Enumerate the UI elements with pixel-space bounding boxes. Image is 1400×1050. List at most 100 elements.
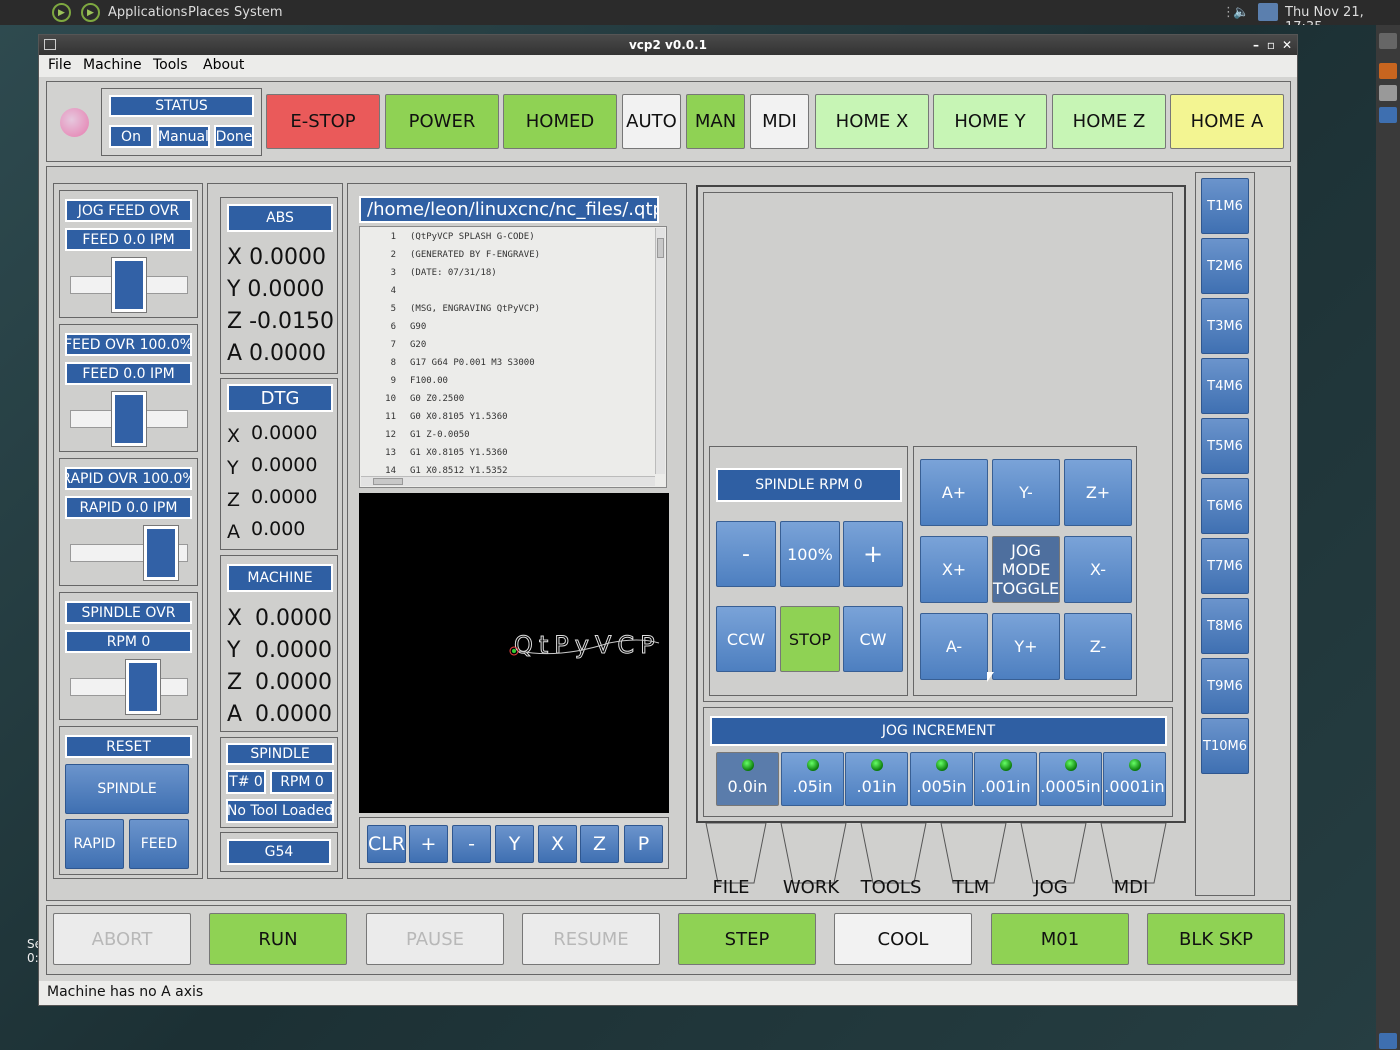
- rapid-override-group: RAPID OVR 100.0% RAPID 0.0 IPM: [59, 458, 198, 586]
- gcode-vscroll-thumb[interactable]: [657, 238, 664, 258]
- dock-window-icon[interactable]: [1379, 107, 1397, 123]
- spindle-ccw-button[interactable]: CCW: [716, 606, 776, 672]
- home-x-button[interactable]: HOME X: [815, 94, 929, 149]
- home-a-button[interactable]: HOME A: [1170, 94, 1284, 149]
- tool-change-t7-button[interactable]: T7M6: [1201, 538, 1249, 594]
- spindle-decrease-button[interactable]: -: [716, 521, 776, 587]
- home-y-button[interactable]: HOME Y: [933, 94, 1047, 149]
- menu-tools[interactable]: Tools: [153, 57, 188, 73]
- tool-change-t9-button[interactable]: T9M6: [1201, 658, 1249, 714]
- minimize-icon[interactable]: –: [1253, 35, 1259, 55]
- jog-a-plus-button[interactable]: A+: [920, 459, 988, 526]
- view-x-button[interactable]: X: [538, 825, 577, 863]
- zoom-in-button[interactable]: +: [409, 825, 448, 863]
- view-p-button[interactable]: P: [624, 825, 663, 863]
- jog-inc-2[interactable]: .01in: [845, 752, 908, 806]
- close-icon[interactable]: ✕: [1282, 35, 1292, 55]
- view-y-button[interactable]: Y: [495, 825, 534, 863]
- tool-change-t6-button[interactable]: T6M6: [1201, 478, 1249, 534]
- window-titlebar[interactable]: vcp2 v0.0.1 – ▫ ✕: [39, 35, 1297, 55]
- homed-button[interactable]: HOMED: [503, 94, 617, 149]
- jog-y-minus-button[interactable]: Y-: [992, 459, 1060, 526]
- coolant-button[interactable]: COOL: [834, 913, 972, 965]
- dock-icon[interactable]: [1379, 33, 1397, 49]
- status-led-icon: [60, 108, 89, 137]
- pause-button[interactable]: PAUSE: [366, 913, 504, 965]
- jog-feed-slider-handle[interactable]: [111, 257, 147, 313]
- launcher-icon-2[interactable]: ▶: [81, 3, 100, 22]
- resume-button[interactable]: RESUME: [522, 913, 660, 965]
- jog-inc-1[interactable]: .05in: [781, 752, 844, 806]
- spindle-override-slider-handle[interactable]: [125, 659, 161, 715]
- gcode-line-number: 14: [385, 466, 396, 476]
- reset-feed-button[interactable]: FEED: [129, 819, 189, 869]
- reset-rapid-button[interactable]: RAPID: [65, 819, 124, 869]
- tool-change-t10-button[interactable]: T10M6: [1201, 718, 1249, 774]
- gcode-editor[interactable]: 1 (QtPyVCP SPLASH G-CODE) 2 (GENERATED BY F…: [359, 226, 667, 488]
- run-button[interactable]: RUN: [209, 913, 347, 965]
- reset-spindle-button[interactable]: SPINDLE: [65, 764, 189, 814]
- spindle-100pct-button[interactable]: 100%: [780, 521, 840, 587]
- window-menu-icon[interactable]: [44, 39, 56, 50]
- block-skip-button[interactable]: BLK SKP: [1147, 913, 1285, 965]
- gcode-vscrollbar[interactable]: [655, 228, 665, 474]
- tool-change-t3-button[interactable]: T3M6: [1201, 298, 1249, 354]
- gcode-hscrollbar[interactable]: [361, 476, 655, 486]
- jog-mode-toggle-button[interactable]: JOG MODE TOGGLE: [992, 536, 1060, 603]
- m01-button[interactable]: M01: [991, 913, 1129, 965]
- tool-change-t8-button[interactable]: T8M6: [1201, 598, 1249, 654]
- tool-change-t5-button[interactable]: T5M6: [1201, 418, 1249, 474]
- step-button[interactable]: STEP: [678, 913, 816, 965]
- maximize-icon[interactable]: ▫: [1267, 35, 1275, 55]
- spindle-stop-button[interactable]: STOP: [780, 606, 840, 672]
- tool-change-t4-button[interactable]: T4M6: [1201, 358, 1249, 414]
- menu-system[interactable]: System: [234, 5, 282, 20]
- view-z-button[interactable]: Z: [580, 825, 619, 863]
- spindle-increase-button[interactable]: +: [843, 521, 903, 587]
- menu-applications[interactable]: Applications: [108, 5, 187, 20]
- menu-places[interactable]: Places: [188, 5, 229, 20]
- mdi-mode-button[interactable]: MDI: [750, 94, 809, 149]
- jog-z-minus-button[interactable]: Z-: [1064, 613, 1132, 680]
- status-box: STATUS On Manual Done: [101, 88, 262, 156]
- led-icon: [806, 759, 819, 771]
- jog-inc-6[interactable]: .0001in: [1103, 752, 1166, 806]
- user-icon[interactable]: [1258, 3, 1278, 21]
- dock-bottom-icon[interactable]: [1379, 1033, 1397, 1049]
- clear-view-button[interactable]: CLR: [367, 825, 406, 863]
- dock-folder-icon[interactable]: [1379, 85, 1397, 101]
- jog-inc-4-label: .001in: [980, 776, 1031, 796]
- status-on: On: [109, 125, 153, 148]
- jog-y-plus-button[interactable]: Y+: [992, 613, 1060, 680]
- launcher-icon[interactable]: ▶: [52, 3, 71, 22]
- jog-inc-4[interactable]: .001in: [974, 752, 1037, 806]
- abort-button[interactable]: ABORT: [53, 913, 191, 965]
- tool-change-t2-button[interactable]: T2M6: [1201, 238, 1249, 294]
- dock-firefox-icon[interactable]: [1379, 63, 1397, 79]
- manual-mode-button[interactable]: MAN: [686, 94, 745, 149]
- zoom-out-button[interactable]: -: [452, 825, 491, 863]
- reset-title: RESET: [65, 735, 192, 758]
- feed-override-slider-handle[interactable]: [111, 391, 147, 447]
- menu-machine[interactable]: Machine: [83, 57, 142, 73]
- rapid-override-slider-handle[interactable]: [143, 525, 179, 581]
- menu-file[interactable]: File: [48, 57, 71, 73]
- estop-button[interactable]: E-STOP: [266, 94, 380, 149]
- power-button[interactable]: POWER: [385, 94, 499, 149]
- volume-icon[interactable]: 🔈: [1233, 5, 1249, 20]
- gcode-hscroll-thumb[interactable]: [373, 478, 403, 485]
- jog-x-minus-button[interactable]: X-: [1064, 536, 1132, 603]
- jog-a-minus-button[interactable]: A-: [920, 613, 988, 680]
- toolpath-preview[interactable]: QtPyVCP: [359, 493, 669, 813]
- jog-increment-title: JOG INCREMENT: [710, 716, 1167, 746]
- jog-inc-0[interactable]: 0.0in: [716, 752, 779, 806]
- jog-z-plus-button[interactable]: Z+: [1064, 459, 1132, 526]
- tool-change-t1-button[interactable]: T1M6: [1201, 178, 1249, 234]
- jog-inc-5[interactable]: .0005in: [1039, 752, 1102, 806]
- jog-inc-3[interactable]: .005in: [910, 752, 973, 806]
- menu-about[interactable]: About: [203, 57, 244, 73]
- jog-x-plus-button[interactable]: X+: [920, 536, 988, 603]
- home-z-button[interactable]: HOME Z: [1052, 94, 1166, 149]
- spindle-cw-button[interactable]: CW: [843, 606, 903, 672]
- auto-mode-button[interactable]: AUTO: [622, 94, 681, 149]
